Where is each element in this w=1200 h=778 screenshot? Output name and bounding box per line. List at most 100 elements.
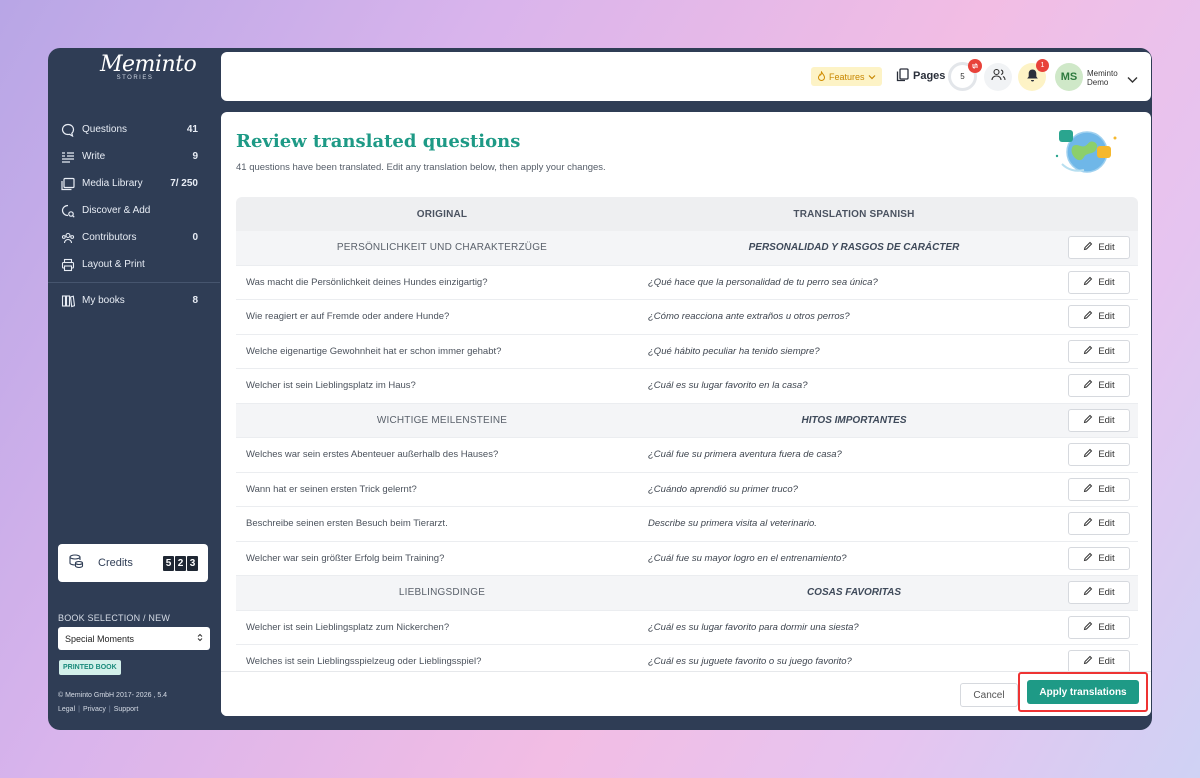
edit-label: Edit xyxy=(1098,414,1115,426)
edit-label: Edit xyxy=(1098,276,1115,288)
sidebar-item-media-library[interactable]: Media Library 7/ 250 xyxy=(48,170,220,197)
translation-text: PERSONALIDAD Y RASGOS DE CARÁCTER xyxy=(748,242,960,254)
features-label: Features xyxy=(829,71,865,82)
pencil-icon xyxy=(1083,414,1093,427)
edit-button[interactable]: Edit xyxy=(1068,477,1130,501)
edit-button[interactable]: Edit xyxy=(1068,270,1130,294)
edit-button[interactable]: Edit xyxy=(1068,443,1130,466)
pages-count: 5 xyxy=(960,72,965,81)
support-link[interactable]: Support xyxy=(114,706,139,713)
user-name[interactable]: Meminto Demo xyxy=(1087,69,1118,87)
sidebar-item-layout-print[interactable]: Layout & Print xyxy=(48,251,220,278)
sidebar-nav: Questions 41 Write 9 Media Library 7/ 25… xyxy=(48,116,220,314)
chevron-down-icon xyxy=(868,72,876,82)
sidebar-item-discover[interactable]: Discover & Add xyxy=(48,197,220,224)
books-icon xyxy=(60,293,76,309)
sidebar-item-label: Layout & Print xyxy=(82,259,145,270)
edit-button[interactable]: Edit xyxy=(1068,339,1130,363)
chat-bubble-icon xyxy=(60,122,76,138)
edit-label: Edit xyxy=(1098,587,1115,598)
sidebar: Meminto STORIES Questions 41 Write 9 Med… xyxy=(48,48,220,730)
chevron-down-icon[interactable] xyxy=(1127,71,1138,89)
contributors-icon xyxy=(60,230,76,246)
translation-text: ¿Qué hábito peculiar ha tenido siempre? xyxy=(648,345,820,357)
table-row: Welcher ist sein Lieblingsplatz zum Nick… xyxy=(236,611,1138,645)
sidebar-item-count: 41 xyxy=(186,124,198,135)
pencil-icon xyxy=(1083,276,1093,289)
edit-button[interactable]: Edit xyxy=(1068,546,1130,570)
sidebar-item-contributors[interactable]: Contributors 0 xyxy=(48,224,220,251)
link-separator: | xyxy=(108,706,111,713)
edit-label: Edit xyxy=(1098,380,1115,391)
topbar: Features Pages 5 1 MS Meminto Demo xyxy=(221,52,1151,101)
edit-button[interactable]: Edit xyxy=(1068,581,1130,604)
table-row: Welches war sein erstes Abenteuer außerh… xyxy=(236,438,1138,473)
translation-text: ¿Cuándo aprendió su primer truco? xyxy=(648,483,798,495)
coins-icon xyxy=(68,553,84,574)
original-text: Welcher war sein größter Erfolg beim Tra… xyxy=(246,552,445,564)
pencil-icon xyxy=(1083,379,1093,392)
translation-text: COSAS FAVORITAS xyxy=(806,587,902,599)
pencil-icon xyxy=(1083,552,1093,565)
section-row: WICHTIGE MEILENSTEINE HITOS IMPORTANTES Ed… xyxy=(236,403,1138,438)
notification-count: 1 xyxy=(1036,59,1049,72)
page-subtitle: 41 questions have been translated. Edit … xyxy=(236,162,606,173)
user-name-line: Demo xyxy=(1087,78,1109,87)
edit-button[interactable]: Edit xyxy=(1068,408,1130,432)
book-selection-label[interactable]: BOOK SELECTION / NEW xyxy=(58,613,170,623)
book-select[interactable]: Special Moments xyxy=(58,627,210,650)
cancel-button[interactable]: Cancel xyxy=(960,683,1018,707)
original-text: Welches ist sein Lieblingsspielzeug oder… xyxy=(246,656,482,668)
pages-button[interactable]: Pages xyxy=(896,66,945,86)
sidebar-item-my-books[interactable]: My books 8 xyxy=(48,287,220,314)
edit-button[interactable]: Edit xyxy=(1068,305,1130,328)
pencil-icon xyxy=(1083,345,1093,358)
translation-text: ¿Cuál es su lugar favorito en la casa? xyxy=(648,380,808,392)
edit-button[interactable]: Edit xyxy=(1068,615,1130,639)
credits-box[interactable]: Credits 5 2 3 xyxy=(58,544,208,582)
contributors-button[interactable] xyxy=(984,63,1012,91)
original-text: Wann hat er seinen ersten Trick gelernt? xyxy=(246,483,417,495)
sidebar-item-write[interactable]: Write 9 xyxy=(48,143,220,170)
apply-translations-button[interactable]: Apply translations xyxy=(1027,680,1139,704)
edit-label: Edit xyxy=(1098,311,1115,322)
translation-text: ¿Cuál fue su mayor logro en el entrenami… xyxy=(648,552,847,564)
original-text: Welcher ist sein Lieblingsplatz zum Nick… xyxy=(246,621,450,633)
edit-button[interactable]: Edit xyxy=(1068,236,1130,259)
footer-links: Legal | Privacy | Support xyxy=(58,706,138,713)
logo[interactable]: Meminto STORIES xyxy=(100,52,197,81)
translation-text: ¿Cuál es su lugar favorito para dormir u… xyxy=(648,621,859,633)
pencil-icon xyxy=(1083,586,1093,599)
section-row: PERSÖNLICHKEIT UND CHARAKTERZÜGE PERSONAL… xyxy=(236,231,1138,266)
sidebar-item-label: Write xyxy=(82,151,106,162)
sidebar-item-count: 9 xyxy=(192,151,198,162)
apply-highlight: Apply translations xyxy=(1018,672,1148,712)
translation-text: Describe su primera visita al veterinari… xyxy=(648,518,817,530)
column-header-original: ORIGINAL xyxy=(416,208,468,220)
privacy-link[interactable]: Privacy xyxy=(83,706,106,713)
sidebar-divider xyxy=(48,282,220,283)
edit-label: Edit xyxy=(1098,449,1115,460)
sidebar-item-questions[interactable]: Questions 41 xyxy=(48,116,220,143)
avatar[interactable]: MS xyxy=(1055,63,1083,91)
action-bar: Cancel Apply translations xyxy=(221,671,1151,716)
translation-text: ¿Cómo reacciona ante extraños u otros pe… xyxy=(648,311,850,323)
book-select-value: Special Moments xyxy=(65,633,135,644)
features-button[interactable]: Features xyxy=(811,67,882,86)
pencil-icon xyxy=(1083,448,1093,461)
table-row: Welcher ist sein Lieblingsplatz im Haus?… xyxy=(236,369,1138,404)
column-header-translation: TRANSLATION SPANISH xyxy=(793,208,915,220)
edit-button[interactable]: Edit xyxy=(1068,374,1130,397)
bell-icon xyxy=(1026,68,1039,87)
edit-button[interactable]: Edit xyxy=(1068,650,1130,673)
app-window: Meminto STORIES Questions 41 Write 9 Med… xyxy=(48,48,1152,730)
edit-button[interactable]: Edit xyxy=(1068,512,1130,535)
write-icon xyxy=(60,149,76,165)
sidebar-item-label: Contributors xyxy=(82,232,137,243)
edit-label: Edit xyxy=(1098,242,1115,253)
credits-digit: 2 xyxy=(175,555,186,571)
section-row: LIEBLINGSDINGE COSAS FAVORITAS Edit xyxy=(236,576,1138,611)
legal-link[interactable]: Legal xyxy=(58,706,75,713)
review-panel: Review translated questions 41 questions… xyxy=(221,112,1151,716)
credits-digit: 5 xyxy=(163,555,174,571)
